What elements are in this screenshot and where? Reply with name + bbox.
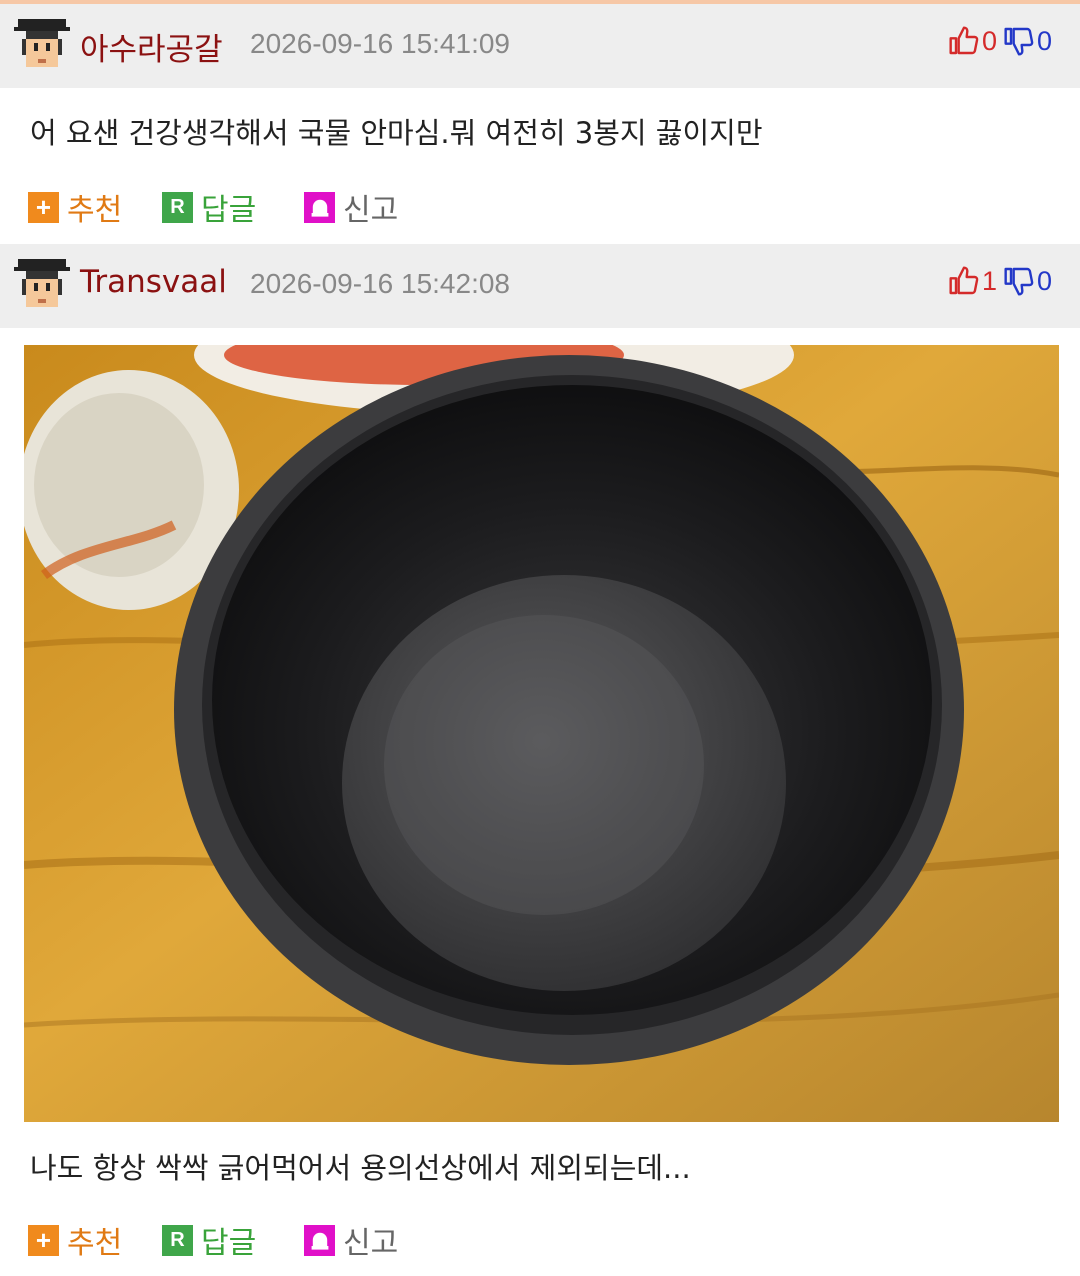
report-button[interactable]: 신고: [304, 1218, 398, 1262]
thumbs-up-icon[interactable]: [948, 264, 980, 298]
report-button[interactable]: 신고: [304, 185, 398, 229]
comment-actions: + 추천 R 답글 신고: [28, 1218, 728, 1261]
reply-label: 답글: [201, 1226, 257, 1261]
reply-button[interactable]: R 답글: [162, 1218, 256, 1262]
vote-group: 1 0: [948, 264, 1052, 298]
recommend-label: 추천: [67, 1226, 123, 1261]
reply-icon: R: [162, 191, 193, 223]
thumbs-up-icon[interactable]: [948, 24, 980, 58]
comment-header: 아수라공갈 2026-09-16 15:41:09 0 0: [0, 4, 1080, 88]
downvote-count: 0: [1036, 265, 1052, 296]
comment-body: 나도 항상 싹싹 긁어먹어서 용의선상에서 제외되는데...: [30, 1151, 691, 1185]
report-label: 신고: [343, 193, 399, 228]
reply-icon: R: [162, 1224, 193, 1256]
comment-timestamp: 2026-09-16 15:42:08: [250, 268, 510, 299]
comment-header: Transvaal 2026-09-16 15:42:08 1 0: [0, 244, 1080, 328]
comment-actions: + 추천 R 답글 신고: [28, 185, 728, 228]
recommend-button[interactable]: + 추천: [28, 1218, 122, 1262]
siren-icon: [304, 191, 335, 223]
avatar-icon[interactable]: [14, 18, 70, 76]
vote-group: 0 0: [948, 24, 1052, 58]
thumbs-down-icon[interactable]: [1003, 24, 1035, 58]
downvote-count: 0: [1036, 25, 1052, 56]
comment-author[interactable]: Transvaal: [80, 264, 227, 300]
comment-photo[interactable]: [24, 345, 1059, 1122]
plus-icon: +: [28, 191, 59, 223]
recommend-label: 추천: [67, 193, 123, 228]
siren-icon: [304, 1224, 335, 1256]
recommend-button[interactable]: + 추천: [28, 185, 122, 229]
thumbs-down-icon[interactable]: [1003, 264, 1035, 298]
report-label: 신고: [343, 1226, 399, 1261]
reply-label: 답글: [201, 193, 257, 228]
avatar-icon[interactable]: [14, 258, 70, 316]
comment-timestamp: 2026-09-16 15:41:09: [250, 28, 510, 59]
comment-body: 어 요샌 건강생각해서 국물 안마심.뭐 여전히 3봉지 끓이지만: [30, 116, 763, 150]
upvote-count: 1: [981, 265, 997, 296]
upvote-count: 0: [981, 25, 997, 56]
plus-icon: +: [28, 1224, 59, 1256]
reply-button[interactable]: R 답글: [162, 185, 256, 229]
comment-author[interactable]: 아수라공갈: [80, 24, 223, 69]
